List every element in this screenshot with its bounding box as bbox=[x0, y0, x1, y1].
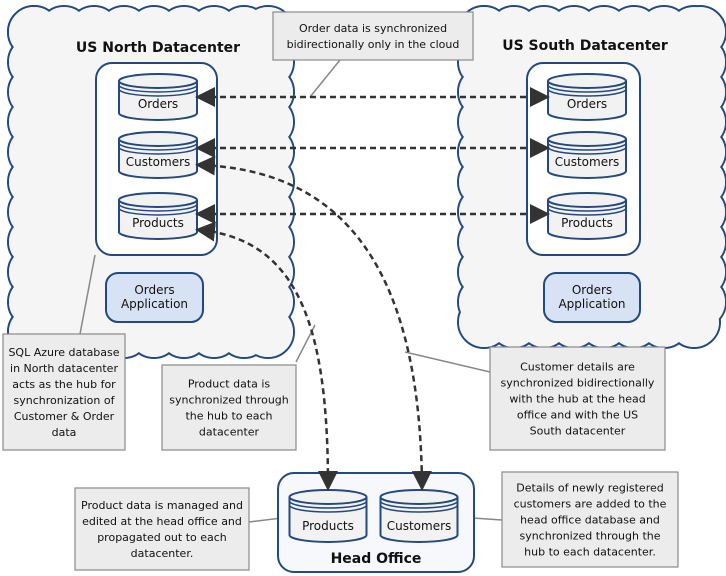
note-registered: Details of newly registered customers are… bbox=[501, 471, 679, 568]
note-text: datacenter bbox=[199, 426, 260, 439]
note-text: SQL Azure database bbox=[8, 346, 119, 359]
cylinder-top bbox=[118, 73, 198, 89]
cylinder-top bbox=[547, 131, 627, 147]
note-text: the hub to each bbox=[185, 410, 272, 423]
note-text: acts as the hub for bbox=[12, 378, 116, 391]
note-text: Order data is synchronized bbox=[299, 22, 447, 35]
app-label: Orders bbox=[134, 283, 174, 297]
callout-line bbox=[309, 59, 341, 98]
note-text: data bbox=[52, 426, 77, 439]
north-db-orders: Orders bbox=[118, 73, 198, 121]
note-text: with the hub at the head bbox=[509, 393, 645, 406]
head-db-products: Products bbox=[288, 489, 368, 543]
note-text: Details of newly registered bbox=[516, 482, 663, 495]
note-text: synchronized through bbox=[169, 394, 289, 407]
north-title: US North Datacenter bbox=[76, 40, 240, 56]
cylinder-top bbox=[379, 489, 459, 505]
south-db-products: Products bbox=[547, 192, 627, 240]
database-label: Customers bbox=[387, 519, 452, 533]
south-title: US South Datacenter bbox=[502, 38, 668, 54]
note-text: propagated out to each bbox=[97, 531, 227, 544]
callout-line bbox=[404, 351, 491, 373]
note-managed: Product data is managed and edited at the… bbox=[74, 487, 250, 571]
app-label: Application bbox=[121, 297, 188, 311]
note-text: Product data is bbox=[188, 378, 271, 391]
note-box bbox=[272, 11, 474, 61]
north-db-products: Products bbox=[118, 192, 198, 240]
database-label: Orders bbox=[567, 97, 607, 111]
database-label: Products bbox=[561, 216, 613, 230]
note-text: edited at the head office and bbox=[82, 515, 242, 528]
note-text: datacenter. bbox=[131, 547, 194, 560]
north-db-customers: Customers bbox=[118, 131, 198, 179]
head-db-customers: Customers bbox=[379, 489, 459, 543]
app-label: Application bbox=[558, 297, 625, 311]
note-text: synchronized bidirectionally bbox=[501, 377, 655, 390]
head-title: Head Office bbox=[331, 551, 422, 567]
database-label: Products bbox=[132, 216, 184, 230]
cylinder-top bbox=[547, 192, 627, 208]
south-db-customers: Customers bbox=[547, 131, 627, 179]
note-text: South datacenter bbox=[530, 425, 626, 438]
note-text: head office database and bbox=[520, 514, 660, 527]
database-label: Customers bbox=[555, 155, 620, 169]
note-text: office and with the US bbox=[517, 409, 638, 422]
cylinder-top bbox=[118, 192, 198, 208]
app-label: Orders bbox=[572, 283, 612, 297]
note-text: customers are added to the bbox=[514, 498, 667, 511]
note-hub: SQL Azure database in North datacenter act… bbox=[2, 333, 126, 451]
note-text: bidirectionally only in the cloud bbox=[287, 38, 460, 51]
database-label: Orders bbox=[138, 97, 178, 111]
note-text: Customer details are bbox=[520, 361, 635, 374]
cylinder-top bbox=[547, 73, 627, 89]
note-text: hub to each datacenter. bbox=[524, 546, 656, 559]
cylinder-top bbox=[288, 489, 368, 505]
cylinder-top bbox=[118, 131, 198, 147]
database-label: Customers bbox=[126, 155, 191, 169]
note-text: in North datacenter bbox=[10, 362, 118, 375]
note-product: Product data is synchronized through the h… bbox=[161, 364, 297, 451]
sync-diagram: US North Datacenter Orders Customers Produc… bbox=[2, 5, 726, 573]
south-db-orders: Orders bbox=[547, 73, 627, 121]
note-text: synchronized through the bbox=[519, 530, 660, 543]
note-customer: Customer details are synchronized bidirec… bbox=[489, 346, 666, 451]
note-text: Customer & Order bbox=[14, 410, 115, 423]
note-text: synchronization of bbox=[14, 394, 116, 407]
note-top: Order data is synchronized bidirectionall… bbox=[272, 11, 474, 61]
note-text: Product data is managed and bbox=[81, 499, 243, 512]
database-label: Products bbox=[302, 519, 354, 533]
